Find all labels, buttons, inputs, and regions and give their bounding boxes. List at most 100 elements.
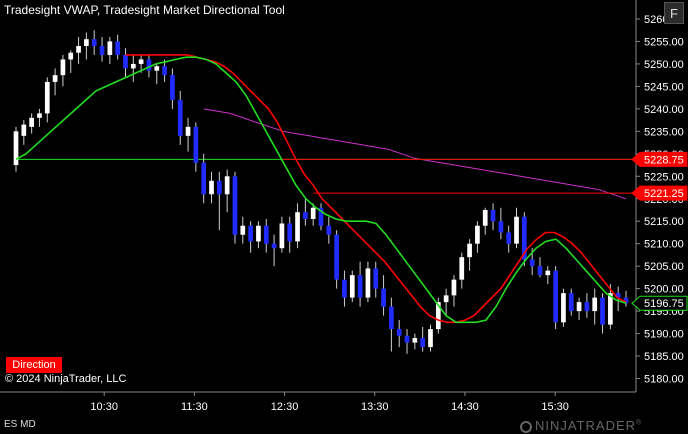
candle-body[interactable] — [209, 180, 214, 195]
candle-body[interactable] — [162, 66, 167, 76]
time-tick-label: 13:30 — [361, 401, 389, 413]
candle-body[interactable] — [263, 225, 269, 244]
price-tick-label: 5250.00 — [644, 59, 684, 71]
candle-body[interactable] — [146, 59, 152, 71]
candle-body[interactable] — [545, 270, 551, 276]
candle-body[interactable] — [216, 180, 222, 195]
candle-body[interactable] — [29, 117, 34, 127]
price-tick-label: 5245.00 — [644, 81, 684, 93]
price-tick-label: 5225.00 — [644, 171, 684, 183]
price-tick-label: 5185.00 — [644, 351, 684, 363]
time-tick-label: 11:30 — [181, 401, 208, 413]
candle-body[interactable] — [201, 162, 207, 195]
price-tick-label: 5210.00 — [644, 239, 684, 251]
candle-body[interactable] — [240, 225, 246, 235]
candle-body[interactable] — [482, 209, 488, 226]
candle-body[interactable] — [193, 126, 199, 163]
candle-body[interactable] — [107, 41, 113, 55]
chart-background — [0, 0, 688, 434]
price-marker-label: 5196.75 — [644, 298, 684, 310]
candle-body[interactable] — [76, 45, 81, 53]
candle-body[interactable] — [279, 223, 285, 249]
candle-body[interactable] — [404, 335, 410, 343]
candle-body[interactable] — [303, 212, 308, 219]
candle-body[interactable] — [115, 41, 121, 55]
candle-body[interactable] — [185, 126, 191, 136]
candle-body[interactable] — [600, 297, 605, 325]
time-tick-label: 12:30 — [271, 401, 299, 413]
candle-body[interactable] — [21, 124, 27, 136]
candle-body[interactable] — [342, 279, 347, 298]
price-tick-label: 5255.00 — [644, 36, 684, 48]
candle-body[interactable] — [232, 176, 238, 235]
price-tick-label: 5205.00 — [644, 261, 684, 273]
candle-body[interactable] — [490, 209, 496, 222]
candle-body[interactable] — [99, 45, 105, 55]
candle-body[interactable] — [443, 295, 449, 303]
candle-body[interactable] — [138, 59, 144, 64]
candle-body[interactable] — [91, 39, 97, 46]
indicator-title: Tradesight VWAP, Tradesight Market Direc… — [4, 3, 285, 17]
panel-toggle-button[interactable]: F — [664, 2, 684, 24]
price-tick-label: 5180.00 — [644, 374, 684, 386]
candle-body[interactable] — [561, 293, 566, 323]
candle-body[interactable] — [576, 302, 582, 312]
candle-body[interactable] — [381, 288, 386, 307]
copyright-notice: © 2024 NinjaTrader, LLC — [5, 373, 127, 385]
price-tick-label: 5200.00 — [644, 284, 684, 296]
candle-body[interactable] — [224, 176, 230, 195]
candle-body[interactable] — [373, 268, 379, 289]
price-chart[interactable]: 5260.005255.005250.005245.005240.005235.… — [0, 0, 688, 434]
candle-body[interactable] — [365, 268, 371, 298]
candle-body[interactable] — [256, 225, 261, 242]
candle-body[interactable] — [130, 63, 136, 69]
candle-body[interactable] — [420, 338, 426, 348]
candle-body[interactable] — [60, 59, 66, 76]
candle-body[interactable] — [467, 243, 472, 258]
candle-body[interactable] — [514, 216, 519, 244]
candle-body[interactable] — [170, 75, 175, 100]
candle-body[interactable] — [475, 225, 480, 244]
candle-body[interactable] — [412, 338, 418, 343]
candle-body[interactable] — [568, 293, 574, 312]
time-tick-label: 10:30 — [90, 401, 118, 413]
candle-body[interactable] — [451, 279, 457, 296]
candle-body[interactable] — [177, 99, 183, 136]
candle-body[interactable] — [326, 225, 332, 235]
candle-body[interactable] — [498, 221, 504, 233]
candle-body[interactable] — [44, 81, 50, 114]
candle-body[interactable] — [310, 207, 316, 219]
candle-body[interactable] — [389, 306, 394, 330]
candle-body[interactable] — [357, 275, 363, 298]
candle-body[interactable] — [287, 223, 293, 242]
instrument-label: ES MD — [4, 419, 36, 430]
price-tick-label: 5190.00 — [644, 329, 684, 341]
candle-body[interactable] — [68, 52, 74, 60]
candle-body[interactable] — [13, 131, 19, 166]
price-tick-label: 5235.00 — [644, 126, 684, 138]
candle-body[interactable] — [84, 39, 89, 46]
ninjatrader-logo: NINJATRADER® — [520, 418, 642, 433]
candle-body[interactable] — [592, 297, 598, 312]
candle-body[interactable] — [428, 329, 433, 348]
candle-body[interactable] — [506, 232, 512, 244]
candle-body[interactable] — [529, 259, 535, 267]
candle-body[interactable] — [37, 113, 42, 118]
candle-body[interactable] — [295, 212, 300, 242]
candle-body[interactable] — [537, 266, 543, 276]
candle-body[interactable] — [396, 329, 402, 336]
candle-body[interactable] — [553, 270, 558, 323]
registered-mark: ® — [636, 419, 643, 427]
candle-body[interactable] — [459, 257, 465, 280]
candle-body[interactable] — [52, 75, 58, 82]
candle-body[interactable] — [271, 243, 277, 249]
candle-body[interactable] — [334, 234, 339, 280]
knot-icon — [520, 420, 532, 433]
candle-body[interactable] — [154, 66, 160, 71]
candle-body[interactable] — [248, 225, 253, 242]
candle-body[interactable] — [584, 302, 590, 312]
time-tick-label: 15:30 — [541, 401, 569, 413]
price-tick-label: 5215.00 — [644, 216, 684, 228]
candle-body[interactable] — [349, 275, 355, 298]
candle-body[interactable] — [123, 54, 128, 69]
